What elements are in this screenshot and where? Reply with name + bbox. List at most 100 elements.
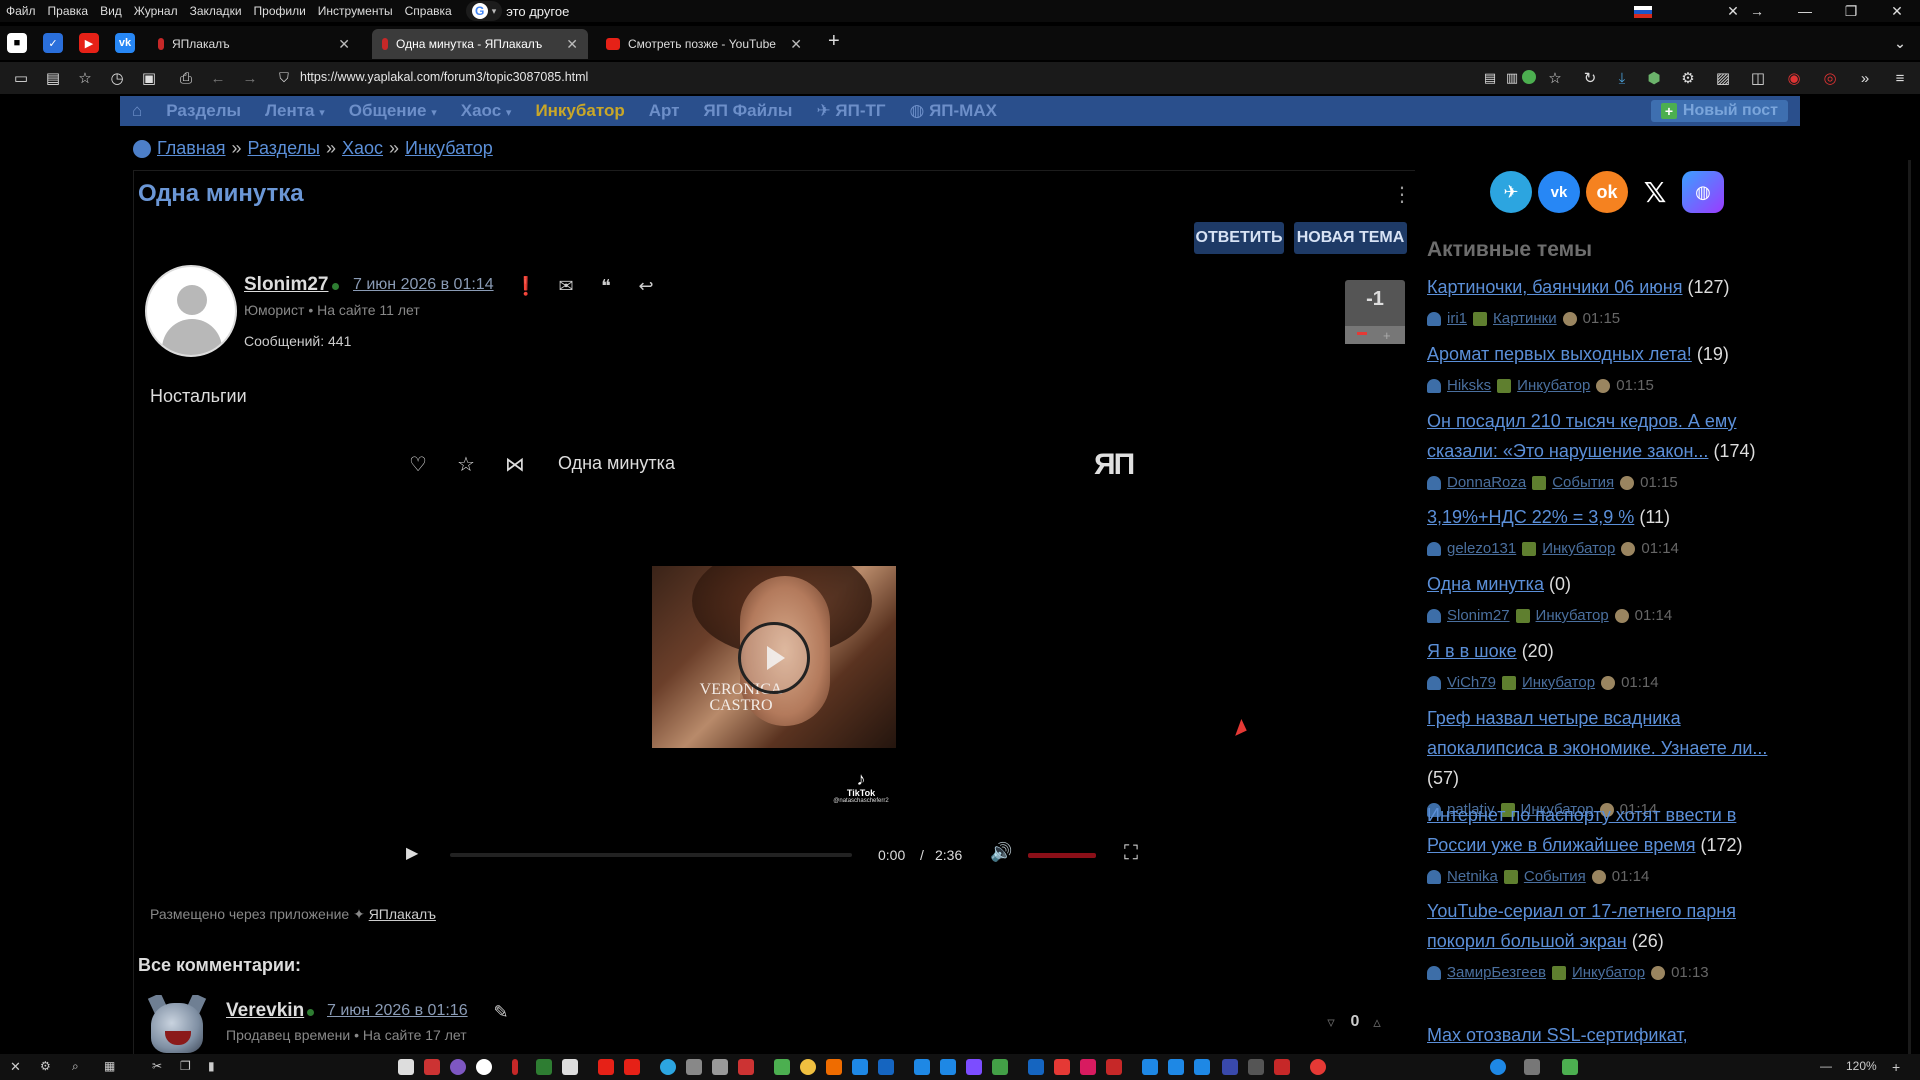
post-author[interactable]: Slonim27 [244, 274, 328, 296]
taskbar-app-icon[interactable] [1274, 1059, 1290, 1075]
topic-user[interactable]: Hiksks [1447, 377, 1491, 394]
nav-max[interactable]: ◍ ЯП-МАХ [910, 101, 997, 121]
download-icon[interactable]: ⤓ [1612, 68, 1632, 88]
active-topic-link[interactable]: Интернет по паспорту хотят ввести в Росс… [1427, 805, 1736, 855]
breadcrumb-incubator[interactable]: Инкубатор [405, 138, 493, 159]
search-icon[interactable]: ⌕ [72, 1059, 79, 1074]
menu-profiles[interactable]: Профили [248, 4, 312, 18]
nav-incubator[interactable]: Инкубатор [535, 101, 624, 121]
menu-history[interactable]: Журнал [128, 4, 184, 18]
pinned-tab-1[interactable]: ■ [7, 33, 27, 53]
topic-user[interactable]: iri1 [1447, 310, 1467, 327]
taskbar-app-icon[interactable] [686, 1059, 702, 1075]
sidebar-toggle-icon[interactable]: ▭ [11, 68, 31, 88]
topic-user[interactable]: ViCh79 [1447, 674, 1496, 691]
taskbar-app-icon[interactable] [424, 1059, 440, 1075]
scrollbar[interactable] [1908, 160, 1911, 1060]
taskbar-app-icon[interactable] [1080, 1059, 1096, 1075]
telegram-icon[interactable]: ✈ [1490, 171, 1532, 213]
nav-chat[interactable]: Общение ▾ [349, 101, 437, 121]
taskbar-app-icon[interactable] [512, 1059, 518, 1075]
overflow-chevron-icon[interactable]: » [1855, 68, 1875, 88]
pinned-tab-2[interactable]: ✓ [43, 33, 63, 53]
downvote-icon[interactable]: ▿ [1320, 1011, 1342, 1033]
taskbar-app-icon[interactable] [992, 1059, 1008, 1075]
reply-button[interactable]: ОТВЕТИТЬ [1194, 222, 1284, 254]
active-topic-link[interactable]: 3,19%+НДС 22% = 3,9 % [1427, 507, 1634, 527]
topic-section[interactable]: События [1524, 868, 1586, 885]
taskbar-app-icon[interactable] [1222, 1059, 1238, 1075]
tab-youtube-watch-later[interactable]: Смотреть позже - YouTube ✕ [596, 29, 812, 59]
active-topic-link[interactable]: Аромат первых выходных лета! [1427, 344, 1692, 364]
x-icon[interactable]: 𝕏 [1634, 171, 1676, 213]
google-search-pill[interactable]: G ▾ [465, 1, 503, 21]
taskbar-app-icon[interactable] [398, 1059, 414, 1075]
address-bar[interactable]: https://www.yaplakal.com/forum3/topic308… [300, 70, 588, 84]
back-arrow-icon[interactable]: ← [208, 68, 228, 88]
taskbar-app-icon[interactable] [940, 1059, 956, 1075]
topic-user[interactable]: DonnaRoza [1447, 474, 1526, 491]
bookmark-star-icon[interactable]: ☆ [75, 68, 95, 88]
new-topic-button[interactable]: НОВАЯ ТЕМА [1294, 222, 1407, 254]
tray-icon[interactable] [1524, 1059, 1540, 1075]
avatar[interactable] [145, 265, 237, 357]
notifications-icon[interactable]: ◉ [1784, 68, 1804, 88]
tab-active-post[interactable]: Одна минутка - ЯПлакалъ ✕ [372, 29, 588, 59]
nav-art[interactable]: Арт [649, 101, 680, 121]
volume-slider[interactable] [1028, 853, 1096, 858]
active-topic-link[interactable]: Греф назвал четыре всадника апокалипсиса… [1427, 708, 1767, 758]
vk-icon[interactable]: vk [1538, 171, 1580, 213]
star-icon[interactable]: ☆ [1545, 68, 1565, 88]
reload-icon[interactable]: ↻ [1580, 68, 1600, 88]
max-icon[interactable]: ◍ [1682, 171, 1724, 213]
menu-tools[interactable]: Инструменты [312, 4, 399, 18]
forward-arrow-icon[interactable]: → [240, 68, 260, 88]
active-topic-link[interactable]: Max отозвали SSL-сертификат, [1427, 1025, 1688, 1045]
topic-user[interactable]: ЗамирБезгеев [1447, 964, 1546, 981]
arrow-right-icon[interactable]: → [1734, 0, 1780, 22]
tab-list-chevron-icon[interactable]: ⌄ [1890, 33, 1910, 53]
taskbar-app-icon[interactable] [826, 1059, 842, 1075]
picture-icon[interactable]: ▨ [1713, 68, 1733, 88]
close-icon[interactable]: ✕ [790, 36, 802, 53]
window-close-button[interactable]: ✕ [1874, 0, 1920, 22]
taskbar-app-icon[interactable] [1054, 1059, 1070, 1075]
zoom-in-icon[interactable]: + [1892, 1059, 1900, 1075]
nav-files[interactable]: ЯП Файлы [703, 101, 792, 121]
menu-edit[interactable]: Правка [42, 4, 95, 18]
pinned-tab-vk[interactable]: vk [115, 33, 135, 53]
menu-help[interactable]: Справка [399, 4, 458, 18]
taskbar-app-icon[interactable] [450, 1059, 466, 1075]
history-clock-icon[interactable]: ◷ [107, 68, 127, 88]
new-tab-button[interactable]: + [828, 30, 840, 53]
taskbar-app-icon[interactable] [1194, 1059, 1210, 1075]
mail-icon[interactable]: ✉ [555, 275, 577, 297]
folder-icon[interactable]: ▤ [43, 68, 63, 88]
posted-app-link[interactable]: ЯПлакалъ [369, 906, 436, 922]
menu-bookmarks[interactable]: Закладки [184, 4, 248, 18]
rating-minus-button[interactable] [1357, 332, 1367, 335]
telegram-icon[interactable] [660, 1059, 676, 1075]
pinned-tab-youtube[interactable]: ▶ [79, 33, 99, 53]
download-tray-icon[interactable] [1562, 1059, 1578, 1075]
print-icon[interactable]: ⎙ [176, 68, 196, 88]
nav-telegram[interactable]: ✈ ЯП-ТГ [816, 101, 885, 121]
close-icon[interactable]: ✕ [566, 36, 578, 53]
topic-user[interactable]: Netnika [1447, 868, 1498, 885]
post-date[interactable]: 7 июн 2026 в 01:14 [353, 276, 494, 294]
scissors-icon[interactable]: ✂ [152, 1059, 162, 1073]
edit-pencil-icon[interactable]: ✎ [490, 1001, 512, 1023]
breadcrumb-chaos[interactable]: Хаос [342, 138, 383, 159]
reply-arrow-icon[interactable]: ↩ [635, 275, 657, 297]
settings-icon[interactable]: ⚙ [40, 1059, 51, 1073]
breadcrumb-sections[interactable]: Разделы [248, 138, 320, 159]
rating-plus-button[interactable]: + [1383, 328, 1391, 343]
tasks-icon[interactable]: ▦ [104, 1059, 115, 1073]
topic-section[interactable]: Картинки [1493, 310, 1557, 327]
active-topic-link[interactable]: Он посадил 210 тысяч кедров. А ему сказа… [1427, 411, 1737, 461]
active-topic-link[interactable]: Картиночки, баянчики 06 июня [1427, 277, 1683, 297]
nav-sections[interactable]: Разделы [166, 101, 241, 121]
report-icon[interactable]: ❗ [515, 275, 537, 297]
taskbar-app-icon[interactable] [712, 1059, 728, 1075]
restore-button[interactable]: ❐ [1828, 0, 1874, 22]
